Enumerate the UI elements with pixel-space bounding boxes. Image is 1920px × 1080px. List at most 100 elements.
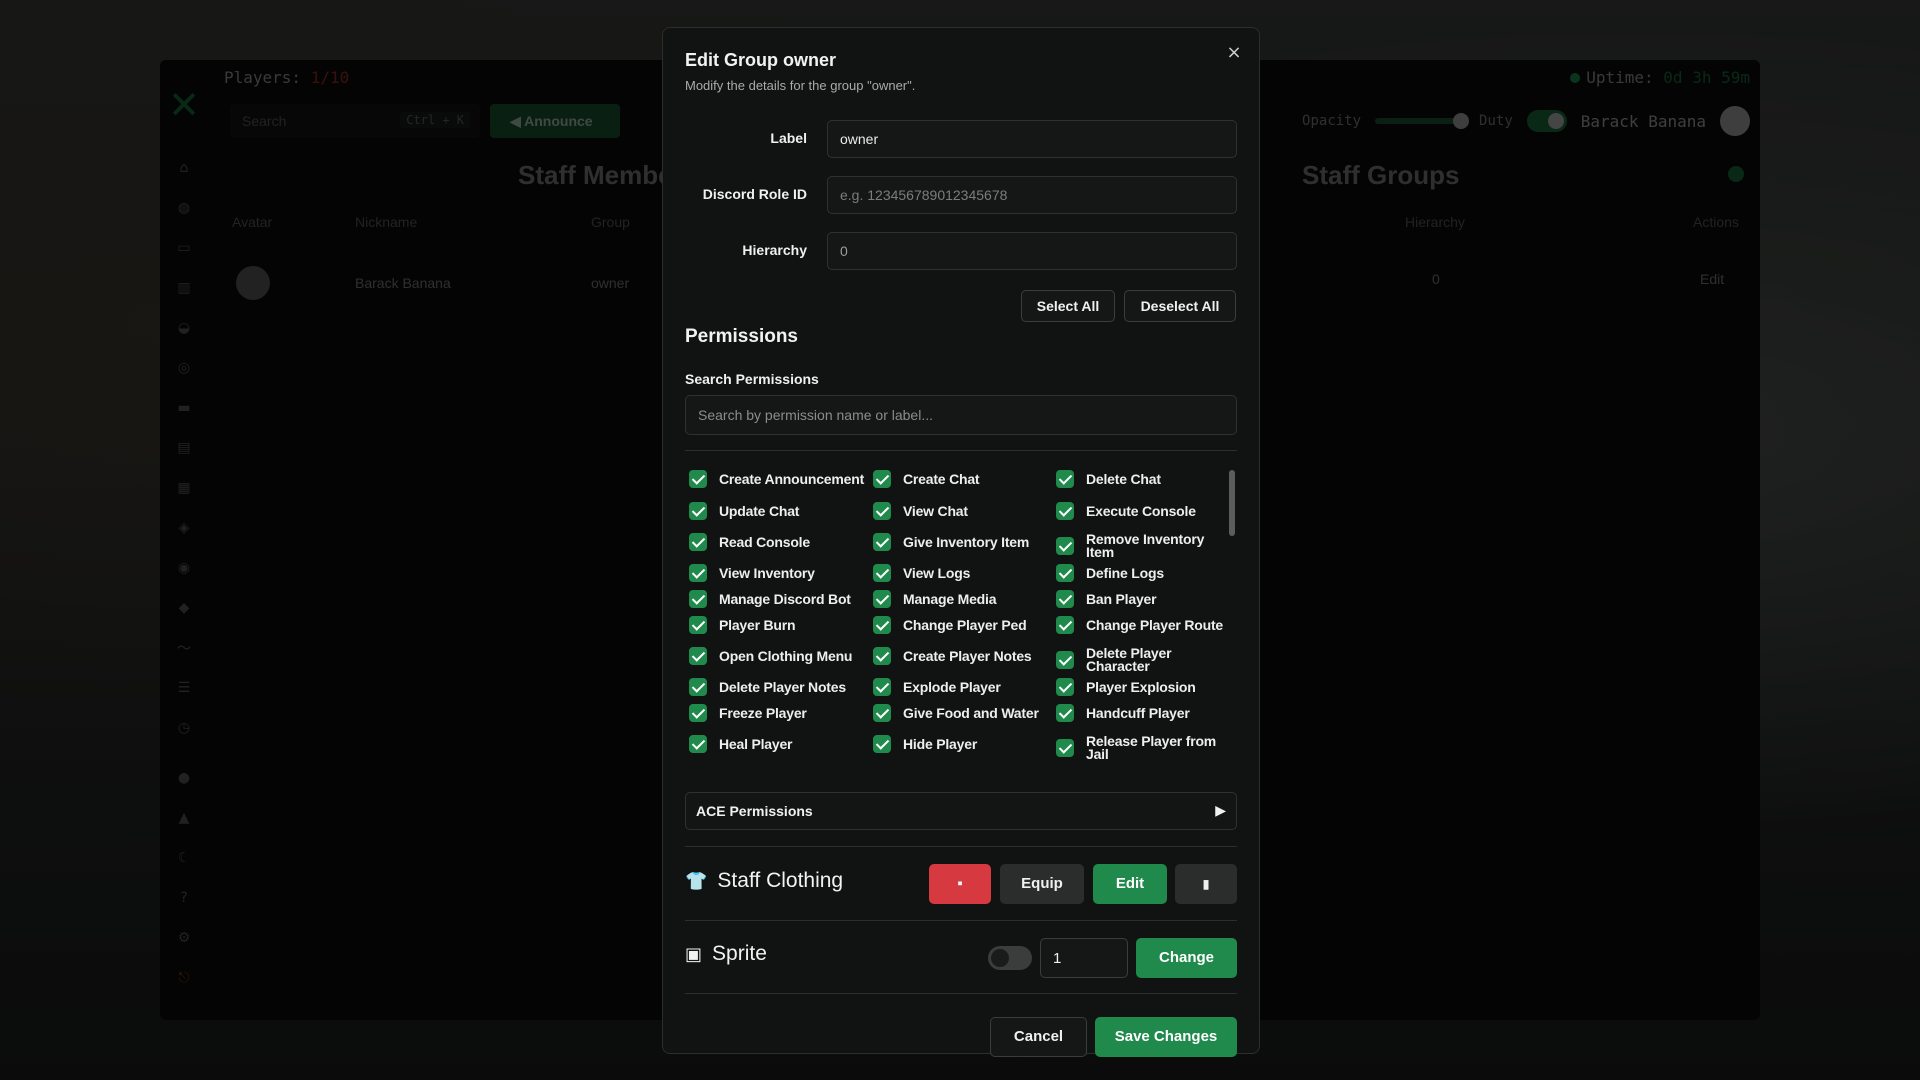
ace-permissions-label: ACE Permissions — [696, 803, 813, 819]
permission-checkbox[interactable] — [873, 616, 891, 634]
permission-checkbox[interactable] — [689, 533, 707, 551]
permission-checkbox[interactable] — [873, 704, 891, 722]
permissions-scrollbar[interactable] — [1229, 470, 1235, 536]
permission-label: Ban Player — [1086, 590, 1157, 607]
permission-checkbox[interactable] — [689, 590, 707, 608]
permission-item[interactable]: Open Clothing Menu — [689, 647, 867, 665]
permission-item[interactable]: Manage Media — [873, 590, 1051, 608]
permission-label: Change Player Route — [1086, 616, 1223, 633]
permission-checkbox[interactable] — [873, 735, 891, 753]
shirt-icon: 👕 — [685, 870, 708, 892]
select-all-button[interactable]: Select All — [1021, 290, 1115, 322]
permission-checkbox[interactable] — [1056, 616, 1074, 634]
permission-label: Delete Player Character — [1086, 645, 1172, 674]
permission-item[interactable]: Execute Console — [1056, 502, 1223, 520]
permission-item[interactable]: Give Food and Water — [873, 704, 1051, 722]
equip-button[interactable]: Equip — [1000, 864, 1084, 904]
search-permissions-input[interactable] — [685, 395, 1237, 435]
permission-checkbox[interactable] — [1056, 704, 1074, 722]
label-input[interactable] — [827, 120, 1237, 158]
permission-item[interactable]: Update Chat — [689, 502, 867, 520]
staff-clothing-row: 👕 Staff Clothing — [685, 869, 843, 893]
permission-label: Give Food and Water — [903, 704, 1039, 721]
permission-item[interactable]: View Inventory — [689, 564, 867, 582]
deselect-all-button[interactable]: Deselect All — [1124, 290, 1236, 322]
permission-checkbox[interactable] — [689, 704, 707, 722]
permission-checkbox[interactable] — [873, 502, 891, 520]
sprite-row: ▣ Sprite — [685, 942, 767, 966]
permission-checkbox[interactable] — [873, 564, 891, 582]
permission-item[interactable]: Read Console — [689, 533, 867, 551]
permission-label: Open Clothing Menu — [719, 647, 853, 664]
permission-item[interactable]: Change Player Ped — [873, 616, 1051, 634]
permission-checkbox[interactable] — [689, 678, 707, 696]
permission-item[interactable]: Explode Player — [873, 678, 1051, 696]
permission-checkbox[interactable] — [1056, 590, 1074, 608]
permission-item[interactable]: Handcuff Player — [1056, 704, 1223, 722]
permission-checkbox[interactable] — [689, 502, 707, 520]
permission-checkbox[interactable] — [873, 678, 891, 696]
cancel-button[interactable]: Cancel — [990, 1017, 1087, 1057]
permission-checkbox[interactable] — [1056, 537, 1074, 555]
permission-item[interactable]: Delete Player Character — [1056, 645, 1223, 674]
permission-checkbox[interactable] — [873, 470, 891, 488]
permission-item[interactable]: Give Inventory Item — [873, 533, 1051, 551]
permission-item[interactable]: Create Chat — [873, 470, 1051, 488]
change-sprite-button[interactable]: Change — [1136, 938, 1237, 978]
permission-checkbox[interactable] — [1056, 502, 1074, 520]
permission-checkbox[interactable] — [1056, 651, 1074, 669]
permission-label: Delete Player Notes — [719, 678, 846, 695]
permission-checkbox[interactable] — [1056, 470, 1074, 488]
permission-item[interactable]: Delete Player Notes — [689, 678, 867, 696]
search-permissions-label: Search Permissions — [685, 371, 819, 387]
permission-label: Execute Console — [1086, 502, 1196, 519]
discord-role-input[interactable] — [827, 176, 1237, 214]
permission-checkbox[interactable] — [873, 647, 891, 665]
permission-item[interactable]: Delete Chat — [1056, 470, 1223, 488]
save-changes-button[interactable]: Save Changes — [1095, 1017, 1237, 1057]
permission-item[interactable]: Heal Player — [689, 735, 867, 753]
permission-item[interactable]: Hide Player — [873, 735, 1051, 753]
permission-label: Manage Discord Bot — [719, 590, 851, 607]
permission-item[interactable]: Release Player from Jail — [1056, 734, 1223, 761]
edit-clothing-button[interactable]: Edit — [1093, 864, 1167, 904]
permission-checkbox[interactable] — [689, 564, 707, 582]
permission-item[interactable]: Define Logs — [1056, 564, 1223, 582]
close-icon[interactable]: × — [1223, 42, 1245, 64]
permission-checkbox[interactable] — [689, 647, 707, 665]
permission-item[interactable]: Player Burn — [689, 616, 867, 634]
permission-item[interactable]: Create Player Notes — [873, 647, 1051, 665]
permission-checkbox[interactable] — [689, 616, 707, 634]
permission-label: Define Logs — [1086, 564, 1164, 581]
permission-label: Give Inventory Item — [903, 533, 1030, 550]
permission-label: Hide Player — [903, 735, 978, 752]
permission-item[interactable]: Change Player Route — [1056, 616, 1223, 634]
permission-item[interactable]: Ban Player — [1056, 590, 1223, 608]
ace-permissions-toggle[interactable]: ACE Permissions ▶ — [685, 792, 1237, 830]
permission-item[interactable]: Manage Discord Bot — [689, 590, 867, 608]
permissions-grid: Create Announcement Create Chat Delete Cha… — [689, 470, 1223, 766]
permission-checkbox[interactable] — [1056, 564, 1074, 582]
permission-checkbox[interactable] — [689, 470, 707, 488]
permission-label: Handcuff Player — [1086, 704, 1190, 721]
permission-checkbox[interactable] — [1056, 678, 1074, 696]
sprite-label: Sprite — [712, 942, 767, 965]
permission-item[interactable]: Freeze Player — [689, 704, 867, 722]
permission-label: Update Chat — [719, 502, 800, 519]
permission-checkbox[interactable] — [873, 590, 891, 608]
permission-checkbox[interactable] — [873, 533, 891, 551]
permission-item[interactable]: Create Announcement — [689, 470, 867, 488]
hierarchy-input[interactable] — [827, 232, 1237, 270]
permission-item[interactable]: Player Explosion — [1056, 678, 1223, 696]
permission-checkbox[interactable] — [1056, 739, 1074, 757]
delete-clothing-button[interactable]: ▪ — [929, 864, 991, 904]
save-clothing-button[interactable]: ▮ — [1175, 864, 1237, 904]
permission-checkbox[interactable] — [689, 735, 707, 753]
permission-item[interactable]: View Logs — [873, 564, 1051, 582]
sprite-number-input[interactable] — [1040, 938, 1128, 978]
permission-item[interactable]: View Chat — [873, 502, 1051, 520]
permission-item[interactable]: Remove Inventory Item — [1056, 532, 1223, 559]
permission-label: Change Player Ped — [903, 616, 1027, 633]
permission-label: Manage Media — [903, 590, 997, 607]
sprite-toggle[interactable] — [988, 946, 1032, 970]
